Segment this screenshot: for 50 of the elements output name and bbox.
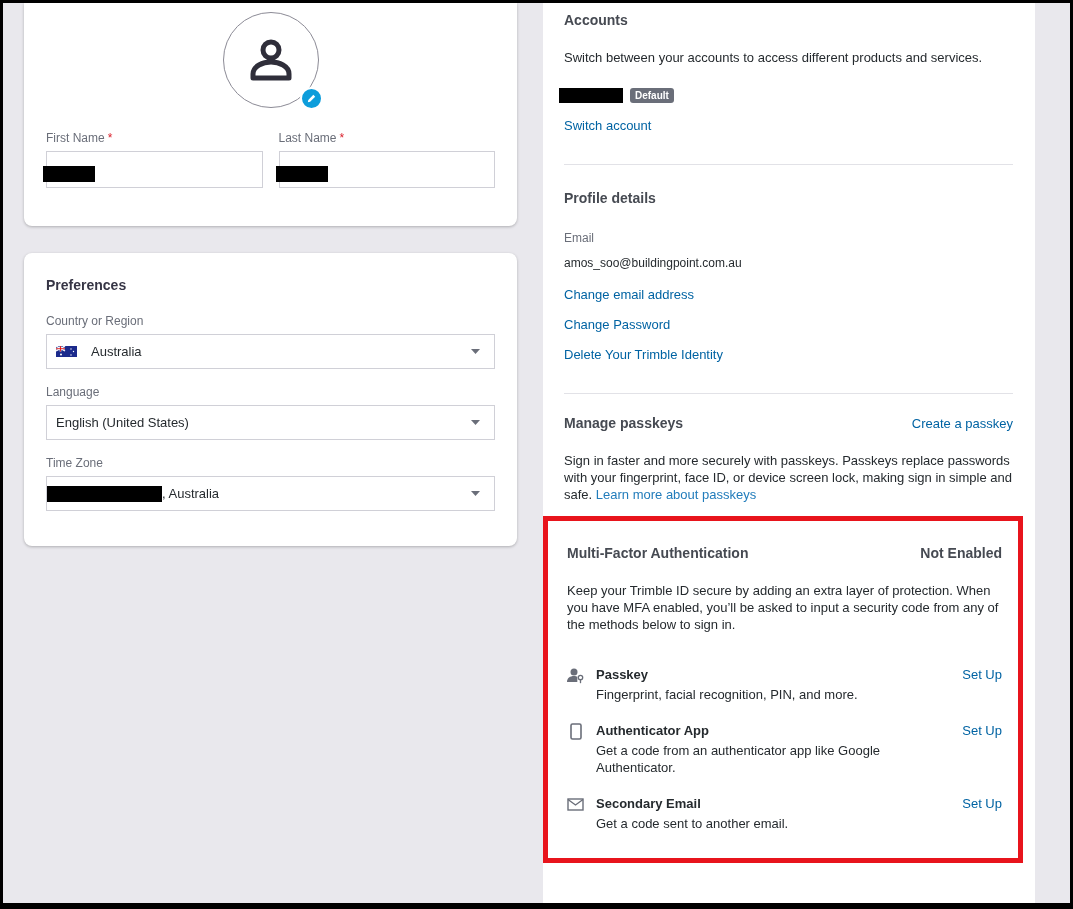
dropdown[interactable]: Australia: [46, 334, 495, 369]
phone-icon: [567, 723, 584, 740]
required-mark: *: [339, 131, 345, 145]
set-up-link[interactable]: Set Up: [962, 796, 1002, 811]
set-up-link[interactable]: Set Up: [962, 723, 1002, 738]
learn-more-link[interactable]: Learn more about passkeys: [595, 487, 757, 502]
field-label: Country or Region: [46, 314, 145, 328]
section-description: Sign in faster and more securely with passkeys. Passkeys replace passwords with your fingerprint, face ID, or device screen lock, making sign in simple and safe. Learn more about passkeys: [564, 452, 1013, 503]
method-name: Authenticator App: [596, 723, 710, 738]
required-mark: *: [107, 131, 113, 145]
method-description: Get a code sent to another email.: [596, 815, 790, 832]
dropdown-value: Australia: [91, 344, 142, 359]
dropdown-value: English (United States): [56, 415, 189, 430]
section-title: Accounts: [564, 12, 629, 28]
field-label: First Name: [46, 131, 105, 145]
method-description: Get a code from an authenticator app like Google Authenticator.: [596, 742, 881, 776]
pencil-icon: [305, 93, 317, 104]
person-key-icon: [567, 667, 584, 684]
envelope-icon: [567, 796, 584, 813]
text-field[interactable]: [278, 151, 495, 188]
profile-link[interactable]: Delete Your Trimble Identity: [564, 347, 723, 362]
section-title: Multi-Factor Authentication: [567, 545, 749, 561]
field-label: Email: [564, 231, 595, 245]
caret-icon: [471, 349, 480, 354]
caret-icon: [471, 491, 480, 496]
section-title: Preferences: [46, 277, 128, 293]
dropdown[interactable]: English (United States): [46, 405, 495, 440]
email-value: amos_soo@buildingpoint.com.au: [564, 256, 743, 270]
field-label: Last Name: [278, 131, 337, 145]
dropdown[interactable]: , Australia: [46, 476, 495, 511]
create-passkey-link[interactable]: Create a passkey: [911, 415, 1013, 431]
method-name: Secondary Email: [596, 796, 702, 811]
default-badge: Default: [630, 88, 674, 103]
profile-link[interactable]: Change email address: [564, 287, 695, 302]
set-up-link[interactable]: Set Up: [962, 667, 1002, 682]
dropdown-value: , Australia: [162, 486, 220, 501]
section-description: Switch between your accounts to access different products and services.: [564, 49, 984, 66]
caret-icon: [471, 420, 480, 425]
field-label: Time Zone: [46, 456, 104, 470]
section-description: Keep your Trimble ID secure by adding an extra layer of protection. When you have MFA enabled, you’ll be asked to input a security code from any of the methods below to sign in.: [567, 582, 1000, 633]
section-title: Manage passkeys: [564, 415, 684, 431]
profile-link[interactable]: Change Password: [564, 317, 671, 332]
method-description: Fingerprint, facial recognition, PIN, and more.: [596, 686, 859, 703]
switch-account-link[interactable]: Switch account: [564, 118, 652, 133]
field-label: Language: [46, 385, 101, 399]
flag-icon: [56, 346, 77, 357]
mfa-status: Not Enabled: [920, 545, 1002, 561]
section-title: Profile details: [564, 190, 657, 206]
method-name: Passkey: [596, 667, 650, 682]
text-field[interactable]: [46, 151, 263, 188]
